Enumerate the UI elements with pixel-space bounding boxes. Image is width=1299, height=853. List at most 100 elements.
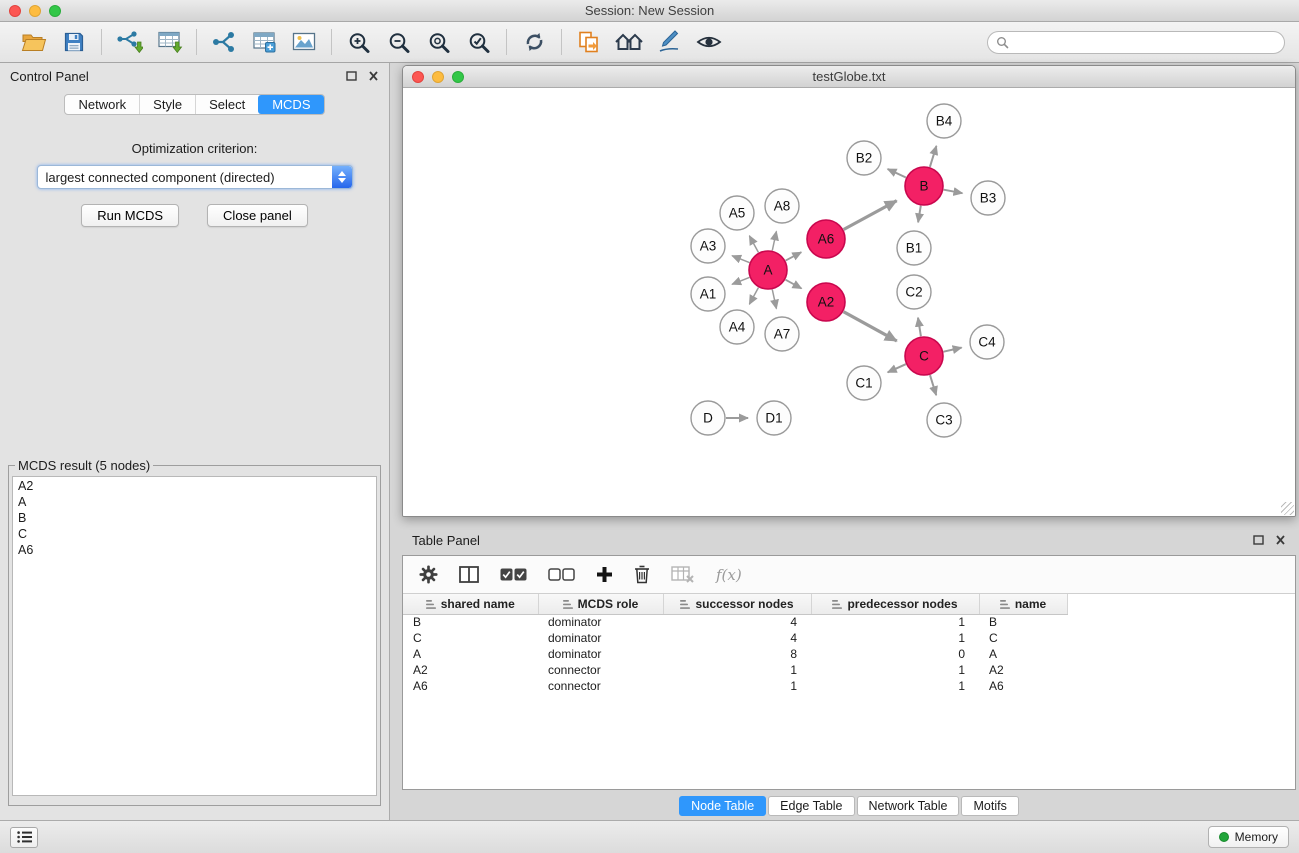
zoom-in-button[interactable]: [339, 25, 379, 59]
graph-edge-C-C4[interactable]: [944, 348, 962, 352]
graph-node-C2[interactable]: C2: [897, 275, 931, 309]
graph-edge-B-B1[interactable]: [918, 206, 921, 223]
graph-edge-A-A7[interactable]: [772, 290, 776, 309]
zoom-fit-button[interactable]: [419, 25, 459, 59]
select-all-button[interactable]: [500, 568, 527, 581]
graph-node-B1[interactable]: B1: [897, 231, 931, 265]
mcds-result-item[interactable]: A6: [16, 542, 373, 558]
import-table-from-file-button[interactable]: [149, 25, 189, 59]
zoom-selected-button[interactable]: [459, 25, 499, 59]
tab-edge-table[interactable]: Edge Table: [768, 796, 854, 816]
graph-node-A7[interactable]: A7: [765, 317, 799, 351]
mcds-result-item[interactable]: A: [16, 494, 373, 510]
table-row[interactable]: A6connector11A6: [403, 678, 1295, 694]
graph-node-C[interactable]: C: [905, 337, 943, 375]
graph-edge-A-A5[interactable]: [749, 236, 758, 253]
graph-node-B2[interactable]: B2: [847, 141, 881, 175]
table-cell[interactable]: 1: [811, 630, 979, 646]
table-cell[interactable]: 8: [663, 646, 811, 662]
apply-style-button[interactable]: [649, 25, 689, 59]
open-file-button[interactable]: [14, 25, 54, 59]
tab-network-table[interactable]: Network Table: [857, 796, 960, 816]
table-cell[interactable]: 1: [663, 662, 811, 678]
graph-node-A1[interactable]: A1: [691, 277, 725, 311]
import-network-from-file-button[interactable]: [109, 25, 149, 59]
graph-edge-B-B3[interactable]: [944, 190, 963, 194]
show-hide-graphics-button[interactable]: [689, 25, 729, 59]
mcds-result-item[interactable]: A2: [16, 478, 373, 494]
save-session-button[interactable]: [54, 25, 94, 59]
table-cell[interactable]: 1: [663, 678, 811, 694]
minimize-network-window-button[interactable]: [432, 71, 444, 83]
table-cell[interactable]: 1: [811, 678, 979, 694]
table-cell[interactable]: dominator: [538, 630, 663, 646]
tab-network[interactable]: Network: [65, 95, 139, 114]
close-network-window-button[interactable]: [412, 71, 424, 83]
refresh-layout-button[interactable]: [514, 25, 554, 59]
column-header-name[interactable]: name: [979, 594, 1067, 614]
table-cell[interactable]: A6: [403, 678, 538, 694]
table-cell[interactable]: A6: [979, 678, 1067, 694]
mcds-result-item[interactable]: C: [16, 526, 373, 542]
column-header-shared-name[interactable]: shared name: [403, 594, 538, 614]
graph-node-A8[interactable]: A8: [765, 189, 799, 223]
table-cell[interactable]: A2: [403, 662, 538, 678]
close-window-button[interactable]: [9, 5, 21, 17]
graph-node-B[interactable]: B: [905, 167, 943, 205]
task-history-button[interactable]: [10, 827, 38, 848]
graph-node-B4[interactable]: B4: [927, 104, 961, 138]
delete-table-button[interactable]: [671, 566, 695, 584]
graph-node-C3[interactable]: C3: [927, 403, 961, 437]
table-cell[interactable]: dominator: [538, 646, 663, 662]
table-cell[interactable]: dominator: [538, 614, 663, 630]
tab-motifs[interactable]: Motifs: [961, 796, 1018, 816]
table-cell[interactable]: C: [403, 630, 538, 646]
graph-edge-A-A2[interactable]: [786, 280, 802, 289]
graph-edge-C-C1[interactable]: [888, 364, 906, 372]
tab-select[interactable]: Select: [195, 95, 258, 114]
network-button[interactable]: [204, 25, 244, 59]
table-cell[interactable]: A: [403, 646, 538, 662]
home-button[interactable]: [609, 25, 649, 59]
graph-node-A3[interactable]: A3: [691, 229, 725, 263]
column-header-mcds-role[interactable]: MCDS role: [538, 594, 663, 614]
table-row[interactable]: Cdominator41C: [403, 630, 1295, 646]
close-panel-button[interactable]: Close panel: [207, 204, 308, 227]
search-input[interactable]: [1014, 35, 1276, 49]
table-cell[interactable]: B: [403, 614, 538, 630]
table-cell[interactable]: A: [979, 646, 1067, 662]
table-cell[interactable]: connector: [538, 678, 663, 694]
memory-button[interactable]: Memory: [1208, 826, 1289, 848]
table-cell[interactable]: B: [979, 614, 1067, 630]
graph-node-A[interactable]: A: [749, 251, 787, 289]
graph-node-D1[interactable]: D1: [757, 401, 791, 435]
toolbar-search[interactable]: [987, 31, 1285, 54]
column-header-predecessor-nodes[interactable]: predecessor nodes: [811, 594, 979, 614]
table-cell[interactable]: 1: [811, 614, 979, 630]
tab-style[interactable]: Style: [139, 95, 195, 114]
node-table-area[interactable]: shared nameMCDS rolesuccessor nodesprede…: [403, 594, 1295, 789]
table-row[interactable]: Adominator80A: [403, 646, 1295, 662]
function-builder-button[interactable]: f(x): [716, 566, 742, 584]
show-column-button[interactable]: [459, 566, 479, 583]
graph-node-A4[interactable]: A4: [720, 310, 754, 344]
network-window-titlebar[interactable]: testGlobe.txt: [403, 66, 1295, 88]
graph-edge-B-B2[interactable]: [888, 169, 906, 178]
graph-edge-A-A6[interactable]: [786, 252, 802, 260]
graph-edge-A-A8[interactable]: [772, 231, 776, 250]
mcds-result-item[interactable]: B: [16, 510, 373, 526]
table-cell[interactable]: 4: [663, 614, 811, 630]
export-image-button[interactable]: [284, 25, 324, 59]
graph-edge-A-A3[interactable]: [732, 256, 749, 263]
tab-node-table[interactable]: Node Table: [679, 796, 766, 816]
zoom-network-window-button[interactable]: [452, 71, 464, 83]
new-table-button[interactable]: [244, 25, 284, 59]
table-cell[interactable]: 1: [811, 662, 979, 678]
graph-node-B3[interactable]: B3: [971, 181, 1005, 215]
graph-node-C1[interactable]: C1: [847, 366, 881, 400]
table-row[interactable]: A2connector11A2: [403, 662, 1295, 678]
close-panel-icon[interactable]: [368, 71, 379, 81]
graph-node-C4[interactable]: C4: [970, 325, 1004, 359]
table-cell[interactable]: C: [979, 630, 1067, 646]
float-panel-icon[interactable]: [346, 71, 357, 81]
